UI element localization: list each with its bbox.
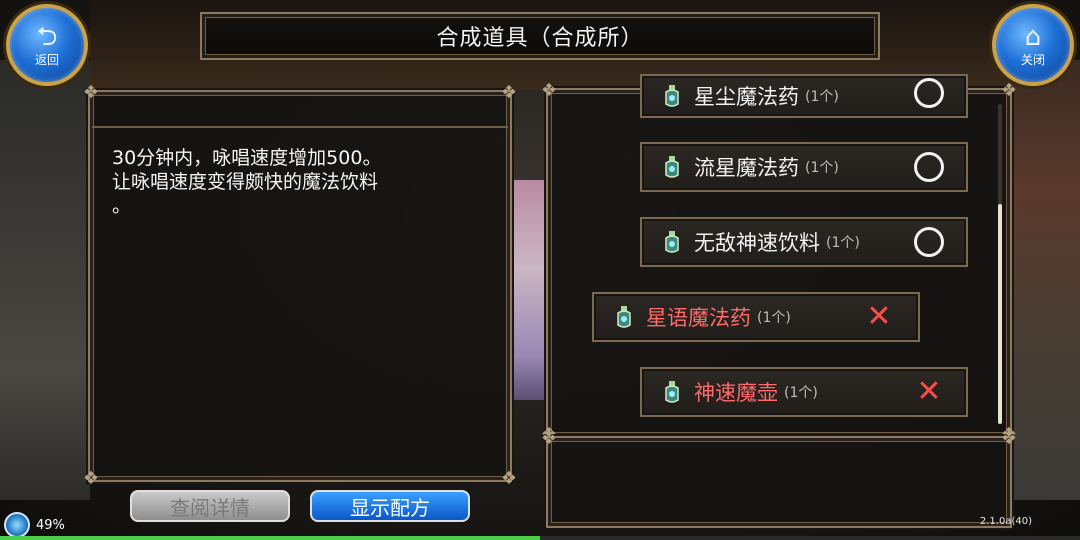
battery-percent: 49% bbox=[36, 517, 65, 533]
back-button-label: 返回 bbox=[34, 52, 59, 67]
battery-icon bbox=[4, 512, 30, 538]
background-scene-left bbox=[0, 60, 90, 500]
missing-cross-icon: ✕ bbox=[866, 299, 892, 334]
recipe-item-name: 无敌神速饮料 bbox=[694, 231, 820, 255]
loading-progress-bar bbox=[0, 536, 1080, 540]
potion-icon bbox=[660, 153, 684, 181]
scrollbar-thumb[interactable] bbox=[998, 204, 1002, 424]
potion-icon bbox=[660, 82, 684, 110]
owned-circle-icon bbox=[914, 78, 944, 108]
close-button-label: 关闭 bbox=[1020, 52, 1045, 67]
battery-indicator: 49% bbox=[4, 512, 65, 538]
owned-circle-icon bbox=[914, 152, 944, 182]
frame-ornament-icon: ❖ bbox=[540, 80, 558, 101]
recipe-item-count: (1个) bbox=[805, 160, 839, 176]
recipe-item-invincible-drink[interactable]: 无敌神速饮料 (1个) bbox=[640, 217, 968, 267]
page-title-text: 合成道具（合成所） bbox=[436, 26, 644, 51]
view-details-button[interactable]: 查阅详情 bbox=[130, 490, 290, 522]
frame-ornament-icon: ❖ bbox=[1000, 80, 1018, 101]
recipe-item-name: 星尘魔法药 bbox=[694, 85, 799, 109]
item-description-text: 30分钟内，咏唱速度增加500。 让咏唱速度变得颇快的魔法饮料 。 bbox=[112, 147, 382, 217]
loading-progress-fill bbox=[0, 536, 540, 540]
frame-ornament-icon: ❖ bbox=[500, 82, 518, 103]
recipe-result-panel: ❖ ❖ bbox=[541, 430, 1017, 528]
potion-icon bbox=[612, 303, 636, 331]
back-button[interactable]: ⮌ 返回 bbox=[6, 4, 88, 86]
frame-ornament-icon: ❖ bbox=[82, 82, 100, 103]
recipe-item-count: (1个) bbox=[757, 310, 791, 326]
player-character bbox=[514, 180, 546, 400]
version-label: 2.1.0a(40) bbox=[979, 516, 1032, 527]
potion-icon bbox=[660, 378, 684, 406]
owned-circle-icon bbox=[914, 227, 944, 257]
recipe-item-count: (1个) bbox=[826, 235, 860, 251]
return-arrow-icon: ⮌ bbox=[36, 21, 58, 52]
background-scene-right bbox=[1010, 60, 1080, 500]
close-button[interactable]: ⌂ 关闭 bbox=[992, 4, 1074, 86]
missing-cross-icon: ✕ bbox=[916, 374, 942, 409]
recipe-item-meteor[interactable]: 流星魔法药 (1个) bbox=[640, 142, 968, 192]
frame-ornament-icon: ❖ bbox=[540, 428, 558, 449]
show-recipe-button[interactable]: 显示配方 bbox=[310, 490, 470, 522]
recipe-item-starspeech[interactable]: 星语魔法药 (1个) ✕ bbox=[592, 292, 920, 342]
recipe-item-name: 流星魔法药 bbox=[694, 156, 799, 180]
recipe-item-count: (1个) bbox=[784, 385, 818, 401]
recipe-item-name: 星语魔法药 bbox=[646, 306, 751, 330]
list-scrollbar[interactable] bbox=[998, 104, 1002, 424]
recipe-item-speed-pot[interactable]: 神速魔壶 (1个) ✕ bbox=[640, 367, 968, 417]
recipe-item-count: (1个) bbox=[805, 89, 839, 105]
recipe-item-stardust[interactable]: 星尘魔法药 (1个) bbox=[640, 74, 968, 118]
potion-icon bbox=[660, 228, 684, 256]
recipe-item-name: 神速魔壶 bbox=[694, 381, 778, 405]
frame-ornament-icon: ❖ bbox=[1000, 428, 1018, 449]
home-icon: ⌂ bbox=[1024, 21, 1042, 52]
page-title: 合成道具（合成所） bbox=[200, 12, 880, 60]
